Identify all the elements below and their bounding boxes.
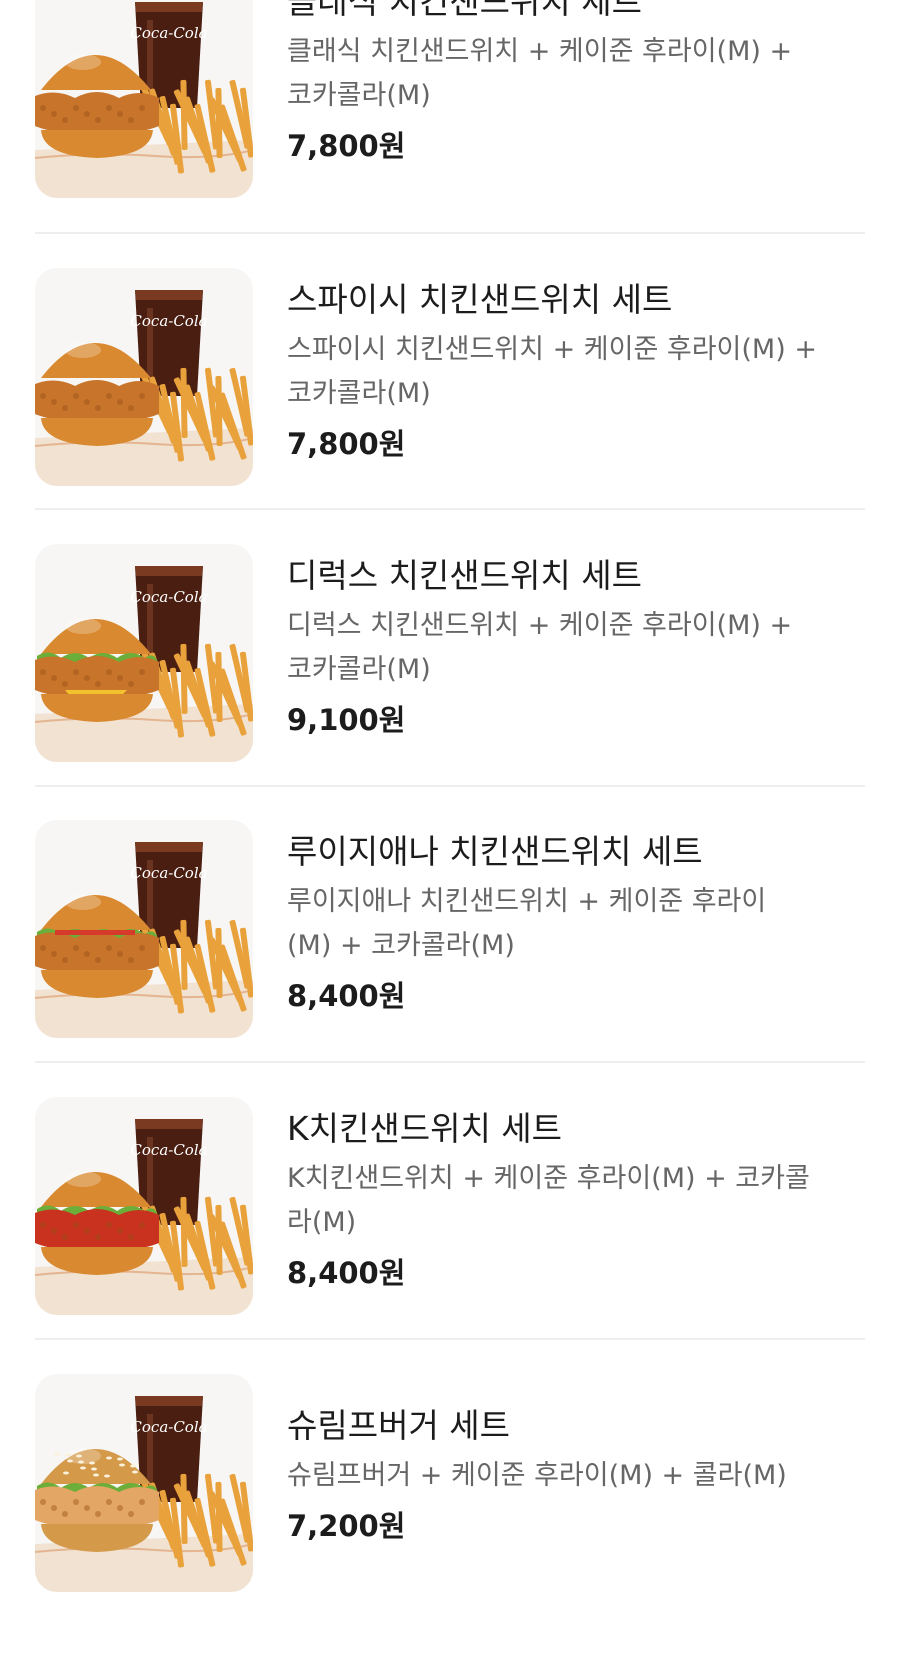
- svg-text:Coca-Cola: Coca-Cola: [130, 1141, 207, 1159]
- divider: [35, 1338, 865, 1340]
- menu-item-description: K치킨샌드위치 + 케이준 후라이(M) + 코카콜 라(M): [287, 1157, 865, 1245]
- menu-item-info: K치킨샌드위치 세트 K치킨샌드위치 + 케이준 후라이(M) + 코카콜 라(…: [287, 1107, 865, 1293]
- menu-item-description: 클래식 치킨샌드위치 + 케이준 후라이(M) + 코카콜라(M): [287, 30, 865, 118]
- menu-item-deluxe-chicken-set[interactable]: Coca-Cola 디럭스 치킨샌드위치 세트 디럭스 치킨샌드위치 + 케이준…: [35, 544, 865, 834]
- description-line: 라(M): [287, 1207, 357, 1238]
- menu-item-name: K치킨샌드위치 세트: [287, 1109, 563, 1148]
- menu-item-name: 슈림프버거 세트: [287, 1406, 511, 1445]
- menu-item-description: 디럭스 치킨샌드위치 + 케이준 후라이(M) + 코카콜라(M): [287, 604, 865, 692]
- burger-set-photo[interactable]: Coca-Cola: [35, 1097, 253, 1315]
- menu-item-name: 디럭스 치킨샌드위치 세트: [287, 556, 642, 595]
- cola-cup-icon: Coca-Cola: [130, 2, 208, 108]
- menu-item-classic-chicken-set[interactable]: Coca-Cola 클래식 치킨샌드위치 세트 클래식 치킨샌드위치 + 케이준…: [35, 0, 865, 270]
- menu-item-name: 스파이시 치킨샌드위치 세트: [287, 280, 673, 319]
- divider: [35, 1061, 865, 1063]
- burger-set-photo[interactable]: Coca-Cola: [35, 820, 253, 1038]
- description-line: 디럭스 치킨샌드위치 + 케이준 후라이(M) +: [287, 610, 793, 641]
- divider: [35, 785, 865, 787]
- divider: [35, 508, 865, 510]
- menu-item-name: 루이지애나 치킨샌드위치 세트: [287, 832, 703, 871]
- menu-item-price: 7,200원: [287, 1509, 406, 1543]
- svg-text:Coca-Cola: Coca-Cola: [130, 1418, 207, 1436]
- menu-list: Coca-Cola 클래식 치킨샌드위치 세트 클래식 치킨샌드위치 + 케이준…: [0, 0, 900, 1650]
- description-line: K치킨샌드위치 + 케이준 후라이(M) + 코카콜: [287, 1163, 810, 1194]
- description-line: 코카콜라(M): [287, 378, 431, 409]
- description-line: 슈림프버거 + 케이준 후라이(M) + 콜라(M): [287, 1460, 787, 1491]
- menu-item-louisiana-chicken-set[interactable]: Coca-Cola 루이지애나 치킨샌드위치 세트 루이지애나 치킨샌드위치 +…: [35, 820, 865, 1110]
- burger-set-photo[interactable]: Coca-Cola: [35, 268, 253, 486]
- menu-item-info: 클래식 치킨샌드위치 세트 클래식 치킨샌드위치 + 케이준 후라이(M) + …: [287, 0, 865, 166]
- menu-item-description: 루이지애나 치킨샌드위치 + 케이준 후라이 (M) + 코카콜라(M): [287, 880, 865, 968]
- svg-text:Coca-Cola: Coca-Cola: [130, 312, 207, 330]
- description-line: 스파이시 치킨샌드위치 + 케이준 후라이(M) +: [287, 334, 817, 365]
- menu-item-k-chicken-set[interactable]: Coca-Cola K치킨샌드위치 세트 K치킨샌드위치 + 케이준 후라이(M…: [35, 1097, 865, 1387]
- menu-item-description: 슈림프버거 + 케이준 후라이(M) + 콜라(M): [287, 1454, 865, 1498]
- burger-set-photo[interactable]: Coca-Cola: [35, 1374, 253, 1592]
- burger-set-photo[interactable]: Coca-Cola: [35, 544, 253, 762]
- menu-item-price: 8,400원: [287, 979, 406, 1013]
- menu-item-price: 7,800원: [287, 129, 406, 163]
- description-line: 루이지애나 치킨샌드위치 + 케이준 후라이: [287, 886, 767, 917]
- svg-text:Coca-Cola: Coca-Cola: [130, 588, 207, 606]
- burger-set-photo[interactable]: Coca-Cola: [35, 0, 253, 198]
- menu-item-spicy-chicken-set[interactable]: Coca-Cola 스파이시 치킨샌드위치 세트 스파이시 치킨샌드위치 + 케…: [35, 268, 865, 558]
- menu-item-info: 슈림프버거 세트 슈림프버거 + 케이준 후라이(M) + 콜라(M) 7,20…: [287, 1404, 865, 1546]
- menu-item-info: 디럭스 치킨샌드위치 세트 디럭스 치킨샌드위치 + 케이준 후라이(M) + …: [287, 554, 865, 740]
- menu-item-info: 루이지애나 치킨샌드위치 세트 루이지애나 치킨샌드위치 + 케이준 후라이 (…: [287, 830, 865, 1016]
- menu-item-description: 스파이시 치킨샌드위치 + 케이준 후라이(M) + 코카콜라(M): [287, 328, 865, 416]
- description-line: (M) + 코카콜라(M): [287, 930, 515, 961]
- menu-item-price: 8,400원: [287, 1256, 406, 1290]
- description-line: 코카콜라(M): [287, 80, 431, 111]
- menu-item-price: 7,800원: [287, 427, 406, 461]
- description-line: 코카콜라(M): [287, 654, 431, 685]
- svg-text:Coca-Cola: Coca-Cola: [130, 864, 207, 882]
- description-line: 클래식 치킨샌드위치 + 케이준 후라이(M) +: [287, 36, 793, 67]
- cola-cup-icon: Coca-Cola: [130, 290, 208, 396]
- menu-item-price: 9,100원: [287, 703, 406, 737]
- menu-item-shrimp-burger-set[interactable]: Coca-Cola 슈림프버거 세트 슈림프버거 + 케이준 후라이(M) + …: [35, 1374, 865, 1664]
- menu-item-name: 클래식 치킨샌드위치 세트: [287, 0, 642, 21]
- svg-text:Coca-Cola: Coca-Cola: [130, 24, 207, 42]
- divider: [35, 232, 865, 234]
- menu-item-info: 스파이시 치킨샌드위치 세트 스파이시 치킨샌드위치 + 케이준 후라이(M) …: [287, 278, 865, 464]
